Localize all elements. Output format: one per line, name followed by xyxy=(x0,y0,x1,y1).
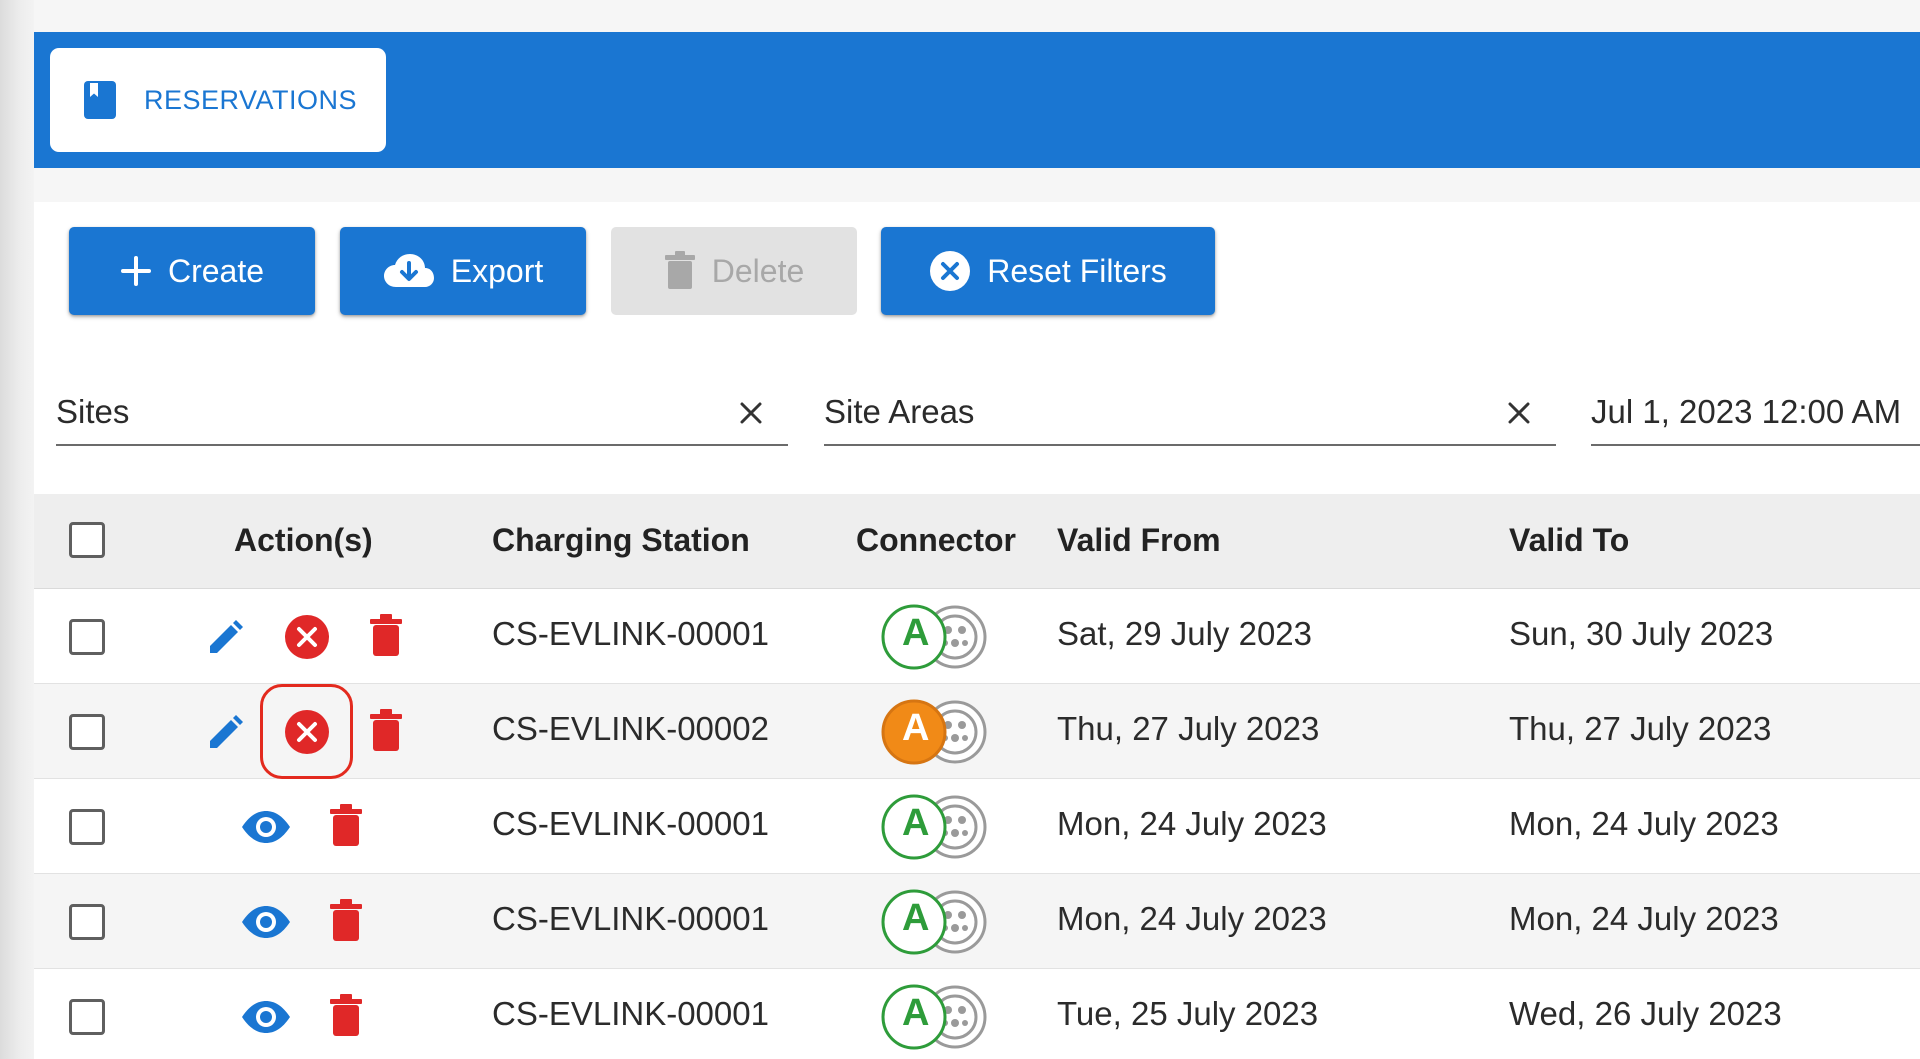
edit-pencil-icon[interactable] xyxy=(204,712,246,754)
table-header: Action(s) Charging Station Connector Val… xyxy=(34,494,1920,589)
cancel-reservation-icon[interactable] xyxy=(284,614,330,660)
row-checkbox[interactable] xyxy=(69,714,105,750)
connector-available-icon[interactable] xyxy=(880,793,990,861)
table-row[interactable]: CS-EVLINK-00002 A Thu, 27 July 2023 Thu,… xyxy=(34,684,1920,779)
charging-station-cell[interactable]: CS-EVLINK-00001 xyxy=(492,805,769,843)
trash-icon[interactable] xyxy=(369,614,403,658)
date-from-value: Jul 1, 2023 12:00 AM xyxy=(1591,393,1902,430)
valid-to-cell: Mon, 24 July 2023 xyxy=(1509,900,1779,937)
column-header-valid-from[interactable]: Valid From xyxy=(1057,522,1221,559)
trash-icon xyxy=(664,251,695,289)
sites-filter[interactable]: Sites xyxy=(56,380,788,446)
valid-from-cell: Mon, 24 July 2023 xyxy=(1057,900,1327,937)
column-header-connector[interactable]: Connector xyxy=(856,522,1016,559)
row-checkbox[interactable] xyxy=(69,619,105,655)
date-from-filter[interactable]: Jul 1, 2023 12:00 AM xyxy=(1591,380,1920,446)
left-edge-shadow xyxy=(0,0,34,1059)
eye-view-icon[interactable] xyxy=(240,810,292,844)
column-header-valid-to[interactable]: Valid To xyxy=(1509,522,1629,559)
connector-available-icon[interactable] xyxy=(880,983,990,1051)
trash-icon[interactable] xyxy=(329,994,363,1038)
column-header-actions: Action(s) xyxy=(234,522,373,558)
row-checkbox[interactable] xyxy=(69,904,105,940)
cloud-download-icon xyxy=(383,254,434,287)
connector-letter: A xyxy=(902,992,930,1034)
column-header-charging-station[interactable]: Charging Station xyxy=(492,522,750,559)
charging-station-cell[interactable]: CS-EVLINK-00002 xyxy=(492,710,769,748)
valid-from-cell: Mon, 24 July 2023 xyxy=(1057,805,1327,842)
close-icon[interactable] xyxy=(736,398,766,428)
connector-letter: A xyxy=(902,897,930,939)
edit-pencil-icon[interactable] xyxy=(204,617,246,659)
tab-label: RESERVATIONS xyxy=(144,84,358,115)
table-row[interactable]: CS-EVLINK-00001 A Sat, 29 July 2023 Sun,… xyxy=(34,589,1920,684)
trash-icon[interactable] xyxy=(329,804,363,848)
row-checkbox[interactable] xyxy=(69,999,105,1035)
sites-filter-value: Sites xyxy=(56,393,130,430)
site-areas-filter[interactable]: Site Areas xyxy=(824,380,1556,446)
export-button-label: Export xyxy=(450,252,544,289)
valid-from-cell: Thu, 27 July 2023 xyxy=(1057,710,1320,747)
connector-letter: A xyxy=(902,707,930,749)
table-row[interactable]: CS-EVLINK-00001 A Mon, 24 July 2023 Mon,… xyxy=(34,874,1920,969)
reset-filters-button[interactable]: Reset Filters xyxy=(881,227,1215,315)
valid-to-cell: Thu, 27 July 2023 xyxy=(1509,710,1772,747)
charging-station-cell[interactable]: CS-EVLINK-00001 xyxy=(492,900,769,938)
export-button[interactable]: Export xyxy=(340,227,586,315)
trash-icon[interactable] xyxy=(329,899,363,943)
reset-filters-label: Reset Filters xyxy=(987,252,1167,289)
site-areas-filter-value: Site Areas xyxy=(824,393,975,430)
charging-station-cell[interactable]: CS-EVLINK-00001 xyxy=(492,615,769,653)
delete-button[interactable]: Delete xyxy=(611,227,857,315)
bookmark-book-icon xyxy=(84,81,116,119)
charging-station-cell[interactable]: CS-EVLINK-00001 xyxy=(492,995,769,1033)
valid-from-cell: Sat, 29 July 2023 xyxy=(1057,615,1313,652)
trash-icon[interactable] xyxy=(369,709,403,753)
cancel-reservation-icon[interactable] xyxy=(284,709,330,755)
create-button[interactable]: Create xyxy=(69,227,315,315)
connector-available-icon[interactable] xyxy=(880,888,990,956)
plus-icon xyxy=(120,256,151,286)
cancel-circle-icon xyxy=(930,251,971,291)
connector-letter: A xyxy=(902,612,930,654)
connector-occupied-icon[interactable] xyxy=(880,698,990,766)
select-all-checkbox[interactable] xyxy=(69,522,105,558)
close-icon[interactable] xyxy=(1504,398,1534,428)
connector-letter: A xyxy=(902,802,930,844)
valid-from-cell: Tue, 25 July 2023 xyxy=(1057,995,1319,1032)
eye-view-icon[interactable] xyxy=(240,1000,292,1034)
table-row[interactable]: CS-EVLINK-00001 A Tue, 25 July 2023 Wed,… xyxy=(34,969,1920,1059)
valid-to-cell: Sun, 30 July 2023 xyxy=(1509,615,1774,652)
valid-to-cell: Mon, 24 July 2023 xyxy=(1509,805,1779,842)
create-button-label: Create xyxy=(167,252,265,289)
valid-to-cell: Wed, 26 July 2023 xyxy=(1509,995,1782,1032)
table-row[interactable]: CS-EVLINK-00001 A Mon, 24 July 2023 Mon,… xyxy=(34,779,1920,874)
eye-view-icon[interactable] xyxy=(240,905,292,939)
tab-reservations[interactable]: RESERVATIONS xyxy=(50,48,386,152)
row-checkbox[interactable] xyxy=(69,809,105,845)
delete-button-label: Delete xyxy=(711,252,805,289)
connector-available-icon[interactable] xyxy=(880,603,990,671)
